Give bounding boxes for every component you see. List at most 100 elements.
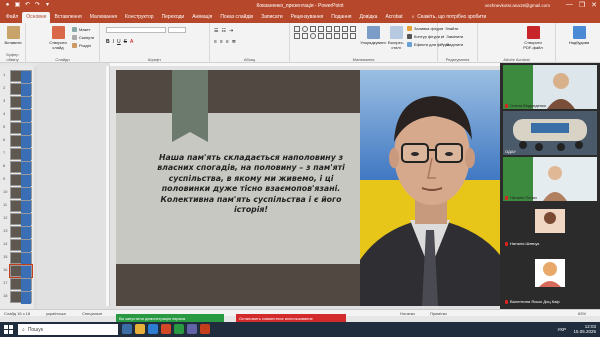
create-pdf-button[interactable]: Створити PDF-файл — [520, 26, 546, 50]
thumbnail-image — [10, 122, 32, 135]
thumbnail-image — [10, 252, 32, 265]
font-size-box[interactable] — [168, 27, 186, 33]
find-button[interactable]: ⌕ Знайти — [441, 26, 458, 31]
participant-name-label: Олена Ведмеденко — [510, 103, 546, 108]
participant-tile[interactable]: Наталія Пелих — [503, 157, 597, 201]
stop-sharing-button[interactable]: Остановить совместное использование — [236, 314, 346, 322]
list-row: ☰ ☷ ⇥ — [214, 28, 233, 34]
addins-label: Надбудови — [568, 40, 590, 45]
thumbnail-number: 16 — [3, 267, 8, 272]
accessibility-indicator[interactable]: Спеціальні — [82, 311, 102, 316]
paste-label: Вставити — [4, 40, 22, 45]
user-account[interactable]: vezhnevkotsr.ana19@gmail.com — [485, 3, 550, 8]
numbering-icon[interactable]: ☷ — [221, 28, 225, 34]
underline-icon[interactable]: U — [117, 39, 121, 45]
system-clock[interactable]: 12:03 15.05.2025 — [573, 324, 596, 334]
participant-avatar — [535, 259, 565, 287]
minimize-button[interactable]: — — [566, 1, 573, 9]
layout-icon — [72, 27, 77, 32]
title-bar: ● ▣ ↶ ↷ ▾ Ковзаненко_презентація - Power… — [0, 0, 600, 12]
addins-button[interactable]: Надбудови — [566, 26, 592, 45]
acrobat-icon[interactable] — [200, 324, 210, 334]
quote-text-box[interactable]: Наша пам'ять складається наполовину з вл… — [156, 153, 346, 215]
outline-icon — [407, 34, 412, 39]
find-label: Знайти — [445, 26, 459, 31]
file-explorer-icon[interactable] — [135, 324, 145, 334]
participant-tile[interactable]: Валентина Ясько Доц Каф — [503, 255, 597, 305]
thumbnail-image — [10, 291, 32, 304]
italic-icon[interactable]: I — [113, 39, 114, 45]
tab-review[interactable]: Рецензування — [287, 12, 328, 23]
language-indicator[interactable]: українська — [46, 311, 66, 316]
tab-record[interactable]: Записати — [257, 12, 287, 23]
ribbon-home: Вставити Буфер обміну Створити слайд Мак… — [0, 23, 600, 63]
participant-name-label: Валентина Ясько Доц Каф — [510, 299, 560, 304]
font-name-box[interactable] — [106, 27, 166, 33]
windows-start-icon[interactable] — [4, 325, 13, 334]
participant-tile[interactable]: Олена Ведмеденко — [503, 65, 597, 109]
tab-animations[interactable]: Анімація — [188, 12, 216, 23]
chrome-icon[interactable] — [174, 324, 184, 334]
strikethrough-icon[interactable]: S — [124, 39, 127, 45]
align-center-icon[interactable]: ≡ — [220, 39, 223, 45]
tab-draw[interactable]: Малювання — [86, 12, 121, 23]
new-slide-button[interactable]: Створити слайд — [46, 26, 70, 50]
task-view-icon[interactable] — [122, 324, 132, 334]
indent-icon[interactable]: ⇥ — [229, 28, 233, 34]
addins-group: Надбудови — [556, 23, 600, 63]
zoom-level[interactable]: 63% — [578, 311, 586, 316]
reset-button[interactable]: Скинути — [72, 35, 94, 40]
editing-group: ⌕ Знайти ⇄ Замінити ↖ Виділити Редагування — [438, 23, 478, 63]
quick-styles-button[interactable]: Експрес-стилі — [386, 26, 406, 50]
muted-mic-icon — [505, 299, 508, 304]
tab-help[interactable]: Довідка — [355, 12, 381, 23]
arrange-button[interactable]: Упорядкувати — [360, 26, 386, 45]
section-button[interactable]: Розділ — [72, 43, 91, 48]
close-button[interactable]: ✕ — [591, 1, 597, 9]
portrait-photo[interactable] — [360, 70, 500, 306]
align-right-icon[interactable]: ≡ — [226, 39, 229, 45]
tab-slideshow[interactable]: Показ слайдів — [216, 12, 257, 23]
tab-home[interactable]: Основне — [22, 12, 51, 23]
thumbnail-image — [10, 213, 32, 226]
font-color-icon[interactable]: A — [130, 39, 133, 45]
powerpoint-icon[interactable] — [161, 324, 171, 334]
edge-icon[interactable] — [148, 324, 158, 334]
keyboard-language[interactable]: УКР — [558, 327, 566, 332]
tell-me-search[interactable]: ☼ Скажіть, що потрібно зробити — [407, 12, 491, 23]
bullets-icon[interactable]: ☰ — [214, 28, 218, 34]
shapes-gallery[interactable] — [294, 26, 357, 39]
replace-button[interactable]: ⇄ Замінити — [441, 34, 463, 39]
slide-thumbnails-pane: 1 2 3 4 5 6 7 8 9 10 11 12 13 14 15 16 1… — [0, 66, 37, 309]
notes-button[interactable]: Нотатки — [400, 311, 415, 316]
tab-file[interactable]: Файл — [2, 12, 22, 23]
thumbnails-scrollbar[interactable] — [34, 66, 37, 309]
restore-button[interactable]: ❐ — [579, 1, 585, 9]
replace-icon: ⇄ — [441, 34, 445, 39]
select-button[interactable]: ↖ Виділити — [441, 42, 463, 47]
tab-design[interactable]: Конструктор — [121, 12, 158, 23]
bold-icon[interactable]: B — [106, 39, 110, 45]
tab-insert[interactable]: Вставлення — [50, 12, 85, 23]
justify-icon[interactable]: ≣ — [232, 39, 236, 45]
thumbnail-image — [10, 83, 32, 96]
muted-mic-icon — [505, 241, 508, 246]
participant-tile[interactable]: ОДАУ — [503, 111, 597, 155]
fill-icon — [407, 26, 412, 31]
slides-group: Створити слайд Макет Скинути Розділ Слай… — [26, 23, 100, 63]
comments-button[interactable]: Примітки — [430, 311, 447, 316]
teams-icon[interactable] — [187, 324, 197, 334]
paste-button[interactable]: Вставити — [3, 26, 23, 45]
layout-button[interactable]: Макет — [72, 27, 90, 32]
thumbnail-number: 14 — [3, 241, 8, 246]
shape-outline-button[interactable]: Контур фігури — [407, 34, 440, 39]
participant-tile[interactable]: Наталія Шевчук — [503, 203, 597, 247]
participant-name: Наталія Пелих — [505, 195, 537, 200]
tab-transitions[interactable]: Переходи — [158, 12, 189, 23]
tab-view[interactable]: Подання — [327, 12, 355, 23]
taskbar-search[interactable]: ⌕ Пошук — [18, 324, 118, 335]
taskbar-apps — [122, 324, 210, 334]
tab-acrobat[interactable]: Acrobat — [381, 12, 406, 23]
current-slide[interactable]: Наша пам'ять складається наполовину з вл… — [116, 70, 500, 306]
align-left-icon[interactable]: ≡ — [214, 39, 217, 45]
